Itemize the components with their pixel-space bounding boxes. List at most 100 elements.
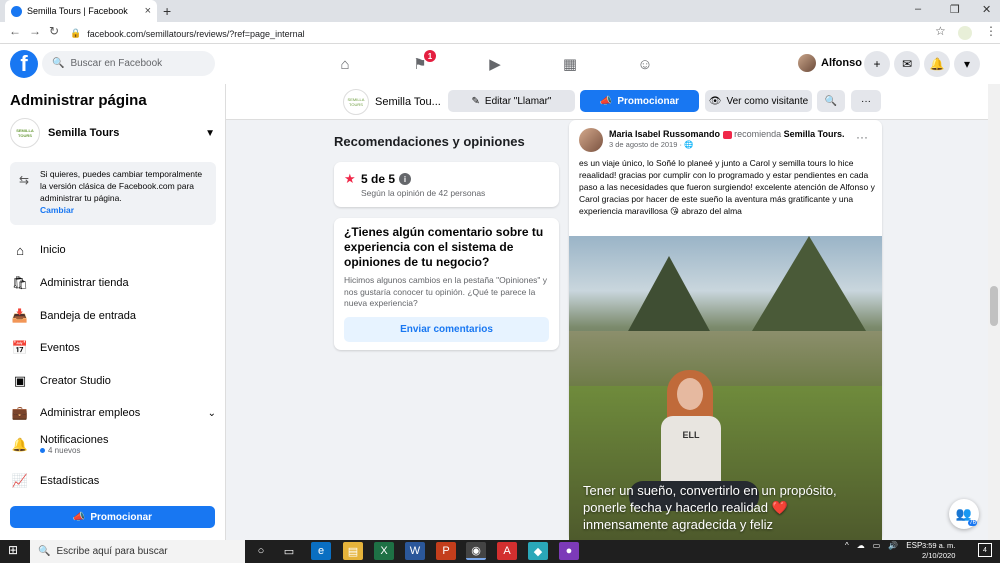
photo-caption: Tener un sueño, convertirlo en un propós… [583,483,837,532]
browser-tab[interactable]: Semilla Tours | Facebook × [5,0,157,22]
recommend-icon [722,130,732,139]
megaphone-icon: 📣 [599,95,613,107]
more-dots-icon[interactable]: ··· [856,130,868,144]
header-promote-button[interactable]: 📣 Promocionar [580,90,699,112]
word-icon[interactable]: W [405,542,425,560]
minimize-button[interactable]: – [915,3,921,15]
create-plus-icon[interactable]: + [864,51,890,77]
inbox-icon: 📥 [11,308,29,323]
chart-icon: 📈 [11,473,29,488]
review-page-link[interactable]: Semilla Tours. [784,129,845,139]
classic-switch-link[interactable]: Cambiar [40,204,210,216]
rating-score: 5 de 5 i [361,172,412,186]
network-icon[interactable]: ▭ [873,541,881,550]
forward-arrow-icon[interactable]: → [29,24,41,38]
person-face [677,378,703,410]
paint-icon[interactable]: ● [559,542,579,560]
messenger-icon[interactable]: ✉ [894,51,920,77]
groups-icon[interactable]: ☺ [625,52,665,76]
caret-down-icon[interactable]: ▼ [205,128,215,139]
edit-call-button[interactable]: ✎ Editar "Llamar" [448,90,575,112]
marketplace-icon[interactable]: ▦ [550,52,590,76]
view-as-label: Ver como visitante [726,95,809,107]
sidebar-item-creator-studio[interactable]: ▣ Creator Studio [10,371,216,391]
sidebar-item-label: Creator Studio [40,375,111,387]
more-options-button[interactable]: ··· [851,90,881,112]
language-indicator[interactable]: ESP [906,541,922,550]
sidebar-item-notifications[interactable]: 🔔 Notificaciones 4 nuevos [10,434,216,455]
close-window-button[interactable]: ✕ [982,3,991,16]
search-icon: 🔍 [824,95,838,107]
review-author-line: Maria Isabel Russomando recomienda Semil… [609,128,844,140]
sidebar-item-jobs[interactable]: 💼 Administrar empleos ⌄ [10,403,216,423]
feedback-body: Hicimos algunos cambios en la pestaña "O… [344,275,548,308]
review-photo[interactable]: ELL Tener un sueño, convertirlo en un pr… [569,236,882,540]
sidebar-item-inicio[interactable]: ⌂ Inicio [10,240,216,260]
url-field[interactable]: 🔒 facebook.com/semillatours/reviews/?ref… [70,25,920,42]
user-profile-link[interactable]: Alfonso [798,54,862,72]
page-selector[interactable]: SEMILLA TOURS Semilla Tours ▼ [10,118,215,148]
sidebar-title: Administrar página [10,92,147,109]
facebook-logo[interactable]: f [10,50,38,78]
browser-menu-icon[interactable]: ⋮ [985,24,997,38]
windows-start-icon[interactable]: ⊞ [8,543,18,557]
send-feedback-button[interactable]: Enviar comentarios [344,317,549,342]
task-view-icon[interactable]: ▭ [279,542,299,560]
view-as-visitor-button[interactable]: 👁 Ver como visitante [705,90,812,112]
profile-extension-icon[interactable] [958,26,972,40]
home-nav-icon[interactable]: ⌂ [325,52,365,76]
file-explorer-icon[interactable]: ▤ [343,542,363,560]
new-message-button[interactable]: 👥 76 [949,499,979,529]
close-tab-icon[interactable]: × [145,5,151,17]
powerpoint-icon[interactable]: P [436,542,456,560]
page-header-name[interactable]: SEMILLA TOURS Semilla Tou... [343,89,441,115]
scrollbar-thumb[interactable] [990,286,998,326]
review-author[interactable]: Maria Isabel Russomando [609,129,720,139]
excel-icon[interactable]: X [374,542,394,560]
avatar [798,54,816,72]
search-page-button[interactable]: 🔍 [817,90,845,112]
watch-video-icon[interactable]: ▶ [475,52,515,76]
new-tab-button[interactable]: + [163,3,171,19]
back-arrow-icon[interactable]: ← [9,24,21,38]
sidebar-item-inbox[interactable]: 📥 Bandeja de entrada [10,306,216,326]
chevron-up-icon[interactable]: ^ [845,541,849,550]
page-name: Semilla Tours [48,127,120,139]
volume-icon[interactable]: 🔊 [888,541,898,550]
review-date[interactable]: 3 de agosto de 2019 · 🌐 [609,140,844,149]
notifications-bell-icon[interactable]: 🔔 [924,51,950,77]
cloud-icon[interactable]: ☁ [857,541,865,550]
app-icon[interactable]: ◆ [528,542,548,560]
chevron-down-icon[interactable]: ⌄ [208,408,216,419]
review-header: Maria Isabel Russomando recomienda Semil… [579,128,879,152]
cortana-icon[interactable]: ○ [251,542,271,560]
eye-icon: 👁 [708,95,722,107]
home-icon: ⌂ [16,242,24,258]
sidebar-item-shop[interactable]: 🛍 Administrar tienda [10,273,216,293]
sidebar-item-events[interactable]: 📅 Eventos [10,338,216,358]
sidebar-promote-button[interactable]: 📣 Promocionar [10,506,215,528]
reload-icon[interactable]: ↻ [49,24,59,38]
info-icon[interactable]: i [399,173,412,185]
megaphone-icon: 📣 [72,511,86,523]
avatar[interactable] [579,128,603,152]
acrobat-icon[interactable]: A [497,542,517,560]
classic-notice-text: Si quieres, puedes cambiar temporalmente… [40,169,203,203]
person-shirt: ELL [661,416,721,486]
sidebar-item-label: Administrar tienda [40,277,129,289]
bell-icon: 🔔 [11,436,29,452]
search-input[interactable]: 🔍 Buscar en Facebook [42,51,215,76]
edit-call-label: Editar "Llamar" [484,95,552,107]
account-menu-caret-icon[interactable]: ▾ [954,51,980,77]
taskbar-search-input[interactable]: 🔍 Escribe aquí para buscar [30,540,245,563]
action-center-icon[interactable]: 4 [978,543,992,557]
promote-label: Promocionar [90,511,153,523]
bookmark-star-icon[interactable]: ☆ [935,24,946,38]
contacts-count: 76 [968,520,977,526]
sidebar-item-stats[interactable]: 📈 Estadísticas [10,471,216,491]
system-tray: ^ ☁ ▭ 🔊 ESP [845,541,922,550]
edge-icon[interactable]: e [311,542,331,560]
taskbar-clock[interactable]: 3:59 a. m. 2/10/2020 [922,541,955,561]
maximize-button[interactable]: ❐ [950,3,960,16]
chrome-icon[interactable]: ◉ [466,542,486,560]
